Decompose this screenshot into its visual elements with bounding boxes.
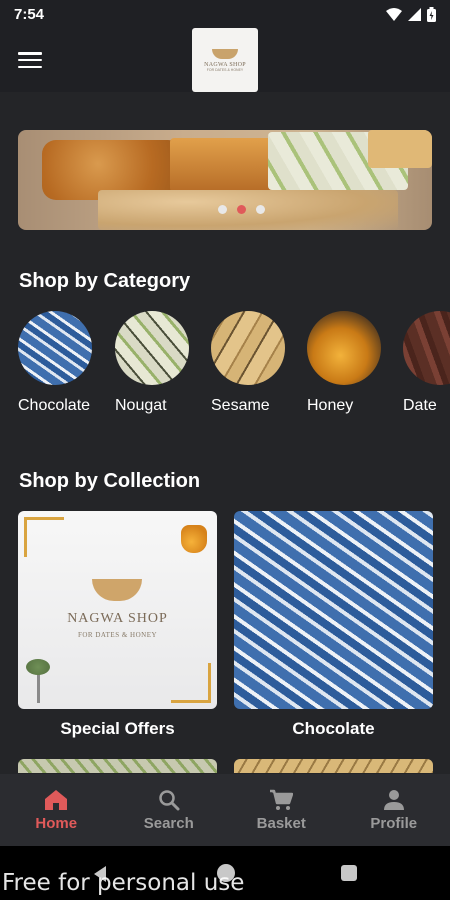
category-list[interactable]: Chocolate Nougat Sesame Honey Date <box>18 311 450 441</box>
basbousa-image <box>170 138 282 192</box>
category-item-dates[interactable]: Date <box>403 311 450 415</box>
nav-label: Home <box>35 814 78 832</box>
nav-label: Search <box>143 814 194 832</box>
chocolate-image <box>18 311 92 385</box>
recent-apps-icon[interactable] <box>341 865 357 881</box>
frame-corner <box>171 663 211 703</box>
palm-tree-icon <box>26 659 50 703</box>
app-bar: NAGWA SHOP FOR DATES & HONEY <box>0 28 450 92</box>
nav-label: Basket <box>256 814 306 832</box>
nougat-image <box>115 311 189 385</box>
sesame-image <box>211 311 285 385</box>
category-label: Date <box>403 397 437 414</box>
person-icon <box>383 789 404 810</box>
basket-logo-icon <box>92 579 142 601</box>
collection-card-special-offers[interactable]: NAGWA SHOP FOR DATES & HONEY <box>18 511 217 709</box>
category-label: Honey <box>307 397 354 414</box>
search-icon <box>159 789 180 810</box>
promo-banner[interactable] <box>18 130 432 230</box>
watermark-text: Free for personal use <box>2 870 245 896</box>
dates-image <box>403 311 450 385</box>
honey-image <box>307 311 381 385</box>
banner-dot[interactable] <box>256 205 265 214</box>
signal-icon <box>408 7 421 21</box>
category-item-sesame[interactable]: Sesame <box>211 311 291 415</box>
logo-subtitle: FOR DATES & HONEY <box>206 67 244 72</box>
collection-card-partial[interactable] <box>234 759 433 773</box>
category-label: Sesame <box>211 397 270 414</box>
banner-pagination[interactable] <box>218 205 265 214</box>
collection-label[interactable]: Special Offers <box>18 719 217 739</box>
home-content[interactable]: Shop by Category Chocolate Nougat Sesame… <box>0 92 450 774</box>
cart-icon <box>270 789 294 810</box>
halva-image <box>368 130 432 168</box>
nav-profile[interactable]: Profile <box>338 774 450 846</box>
collection-label[interactable]: Chocolate <box>234 719 433 739</box>
status-time: 7:54 <box>14 5 45 23</box>
nav-basket[interactable]: Basket <box>225 774 338 846</box>
nav-home[interactable]: Home <box>0 774 113 846</box>
banner-dot[interactable] <box>218 205 227 214</box>
bottom-navigation: Home Search Basket Profile <box>0 774 450 846</box>
collection-section-title: Shop by Collection <box>19 470 201 492</box>
basket-logo-icon <box>212 48 238 59</box>
status-icons <box>386 6 436 22</box>
home-icon <box>45 789 68 810</box>
collection-card-partial[interactable] <box>18 759 217 773</box>
category-item-chocolate[interactable]: Chocolate <box>18 311 98 415</box>
menu-icon[interactable] <box>18 50 42 70</box>
shop-logo[interactable]: NAGWA SHOP FOR DATES & HONEY <box>192 28 258 92</box>
battery-icon <box>427 6 436 22</box>
honey-jar-icon <box>181 525 207 553</box>
collection-card-chocolate[interactable] <box>234 511 433 709</box>
collection-shop-name: NAGWA SHOP <box>67 611 168 626</box>
frame-corner <box>24 517 64 557</box>
wifi-icon <box>386 7 402 21</box>
category-item-nougat[interactable]: Nougat <box>115 311 195 415</box>
nav-search[interactable]: Search <box>113 774 226 846</box>
banner-dot-active[interactable] <box>237 205 246 214</box>
category-item-honey[interactable]: Honey <box>307 311 387 415</box>
category-label: Chocolate <box>18 397 91 414</box>
collection-shop-subtitle: FOR DATES & HONEY <box>77 631 158 639</box>
category-section-title: Shop by Category <box>19 270 191 292</box>
nav-label: Profile <box>370 814 418 832</box>
status-bar: 7:54 <box>0 0 450 28</box>
category-label: Nougat <box>115 397 167 414</box>
